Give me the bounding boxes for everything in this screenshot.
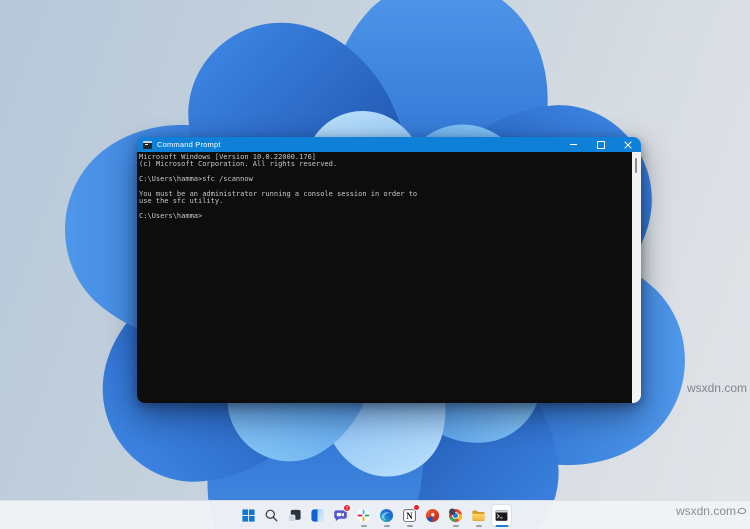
search-button[interactable] xyxy=(261,504,282,527)
running-indicator xyxy=(406,524,413,527)
notification-badge: ! xyxy=(343,503,351,512)
minimize-icon xyxy=(570,144,577,145)
maximize-icon xyxy=(596,140,605,149)
windows-logo-icon xyxy=(242,508,255,522)
terminal-output[interactable]: Microsoft Windows [Version 10.0.22000.17… xyxy=(137,152,641,403)
terminal-line: C:\Users\hamma>sfc /scannow xyxy=(139,175,253,184)
taskbar-icons: ! N xyxy=(238,503,512,527)
window-titlebar[interactable]: Command Prompt xyxy=(137,137,641,152)
start-button[interactable] xyxy=(238,504,259,527)
watermark-text: wsxdn.com xyxy=(686,381,747,395)
running-indicator xyxy=(452,524,459,527)
svg-text:N: N xyxy=(406,510,413,520)
taskbar: ! N xyxy=(0,500,750,529)
active-indicator xyxy=(495,524,508,527)
terminal-line: (c) Microsoft Corporation. All rights re… xyxy=(139,160,338,169)
terminal-line: C:\Users\hamma> xyxy=(139,212,203,221)
red-app-icon xyxy=(425,508,440,522)
notification-badge xyxy=(413,503,420,511)
running-indicator xyxy=(360,524,367,527)
window-title: Command Prompt xyxy=(157,140,221,149)
close-icon xyxy=(624,141,631,148)
task-view-button[interactable] xyxy=(284,504,305,527)
chrome-icon xyxy=(448,508,463,522)
watermark: wsxdn.com xyxy=(676,504,747,518)
watermark-text: wsxdn.com xyxy=(675,504,736,518)
widgets-icon xyxy=(311,508,324,522)
scrollbar-thumb[interactable] xyxy=(635,158,637,173)
slack-button[interactable] xyxy=(353,504,374,527)
chrome-button[interactable] xyxy=(445,504,466,527)
teams-chat-button[interactable]: ! xyxy=(330,503,351,527)
terminal-line: use the sfc utility. xyxy=(139,197,224,206)
watermark: wsxdn.com xyxy=(687,381,747,395)
red-app-button[interactable] xyxy=(422,504,443,527)
file-explorer-button[interactable] xyxy=(468,504,489,527)
desktop: wsxdn.com Command Prompt Microsoft Windo… xyxy=(0,0,750,529)
running-indicator xyxy=(383,524,390,527)
command-prompt-window: Command Prompt Microsoft Windows [Versio… xyxy=(137,137,641,403)
task-view-icon xyxy=(288,509,301,522)
running-indicator xyxy=(475,524,482,527)
edge-icon xyxy=(379,508,394,522)
edge-button[interactable] xyxy=(376,504,397,527)
maximize-button[interactable] xyxy=(587,137,614,152)
terminal-scrollbar[interactable] xyxy=(632,152,641,403)
command-prompt-taskbar-button[interactable] xyxy=(491,503,512,527)
command-prompt-icon xyxy=(495,509,508,521)
file-explorer-icon xyxy=(472,510,485,521)
widgets-button[interactable] xyxy=(307,504,328,527)
close-button[interactable] xyxy=(614,137,641,152)
search-icon xyxy=(265,509,278,521)
notion-button[interactable]: N xyxy=(399,503,420,527)
cmd-window-icon xyxy=(143,140,152,149)
slack-icon xyxy=(356,508,371,522)
pointer-glyph-icon xyxy=(737,507,747,514)
minimize-button[interactable] xyxy=(560,137,587,152)
